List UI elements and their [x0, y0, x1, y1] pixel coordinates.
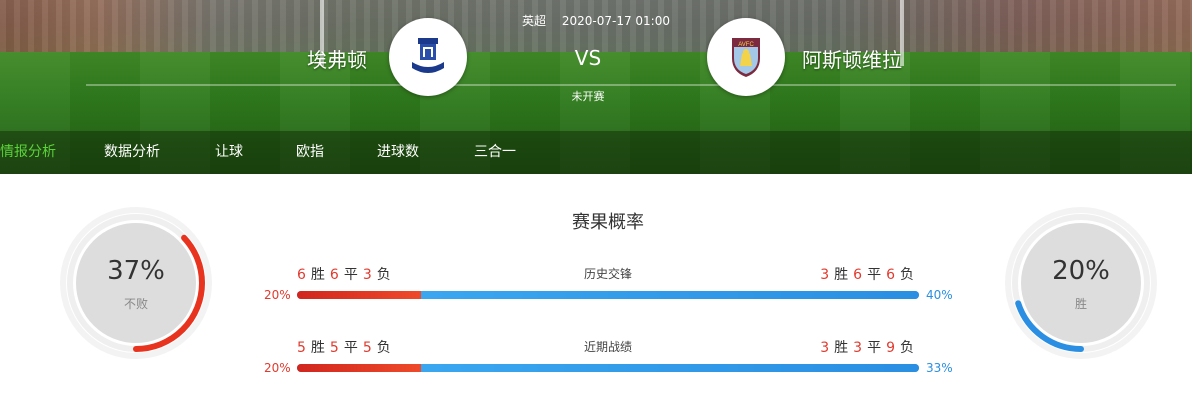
- pitch-line: [86, 84, 1176, 86]
- away-recent-percent: 33%: [926, 361, 953, 375]
- away-recent-record: 3胜3平9负: [820, 340, 914, 356]
- home-bar-fill: [297, 364, 422, 372]
- away-bar-fill: [421, 291, 919, 299]
- home-gauge-label: 不败: [123, 297, 148, 311]
- match-datetime: 2020-07-17 01:00: [561, 14, 670, 28]
- tab-intelligence-analysis[interactable]: 情报分析: [0, 131, 56, 174]
- svg-text:AVFC: AVFC: [738, 42, 754, 48]
- vs-label: VS: [574, 46, 602, 70]
- home-bar-fill: [297, 291, 422, 299]
- away-bar-fill: [421, 364, 919, 372]
- tab-european-odds[interactable]: 欧指: [296, 131, 324, 174]
- tab-total-goals[interactable]: 进球数: [377, 131, 419, 174]
- away-win-gauge: 20% 胜: [1003, 205, 1159, 361]
- away-team-name[interactable]: 阿斯顿维拉: [802, 44, 902, 73]
- tab-handicap[interactable]: 让球: [215, 131, 243, 174]
- recent-comparison-bar: [297, 364, 919, 372]
- away-team-logo[interactable]: AVFC: [707, 18, 785, 96]
- away-h2h-percent: 40%: [926, 288, 953, 302]
- h2h-comparison-bar: [297, 291, 919, 299]
- home-recent-percent: 20%: [264, 361, 291, 375]
- home-unbeaten-gauge: 37% 不败: [58, 205, 214, 361]
- home-gauge-percent: 37%: [107, 256, 165, 286]
- league-name: 英超: [522, 14, 547, 28]
- head-to-head-row: 6胜6平3负 历史交锋 3胜6平6负: [297, 264, 919, 284]
- match-header: 英超 2020-07-17 01:00 埃弗顿 VS 未开赛 AVFC 阿斯顿维…: [0, 0, 1192, 174]
- away-gauge-percent: 20%: [1052, 256, 1110, 286]
- analysis-tab-bar: 情报分析 数据分析 让球 欧指 进球数 三合一: [0, 131, 1192, 174]
- tab-three-in-one[interactable]: 三合一: [474, 131, 516, 174]
- home-h2h-percent: 20%: [264, 288, 291, 302]
- away-h2h-record: 3胜6平6负: [820, 267, 914, 283]
- recent-form-row: 5胜5平5负 近期战绩 3胜3平9负: [297, 337, 919, 357]
- away-gauge-label: 胜: [1074, 297, 1087, 311]
- tab-data-analysis[interactable]: 数据分析: [104, 131, 160, 174]
- aston-villa-crest-icon: AVFC: [732, 38, 760, 77]
- match-status: 未开赛: [571, 90, 605, 103]
- league-and-time: 英超 2020-07-17 01:00: [0, 12, 1192, 29]
